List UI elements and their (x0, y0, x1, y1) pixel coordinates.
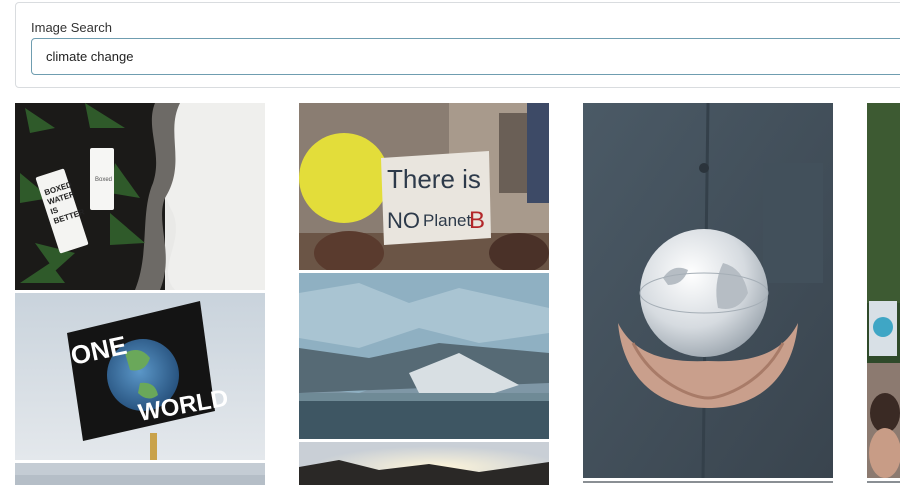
search-label: Image Search (31, 20, 112, 35)
image-sky-partial[interactable] (15, 463, 265, 485)
search-input[interactable] (31, 38, 900, 75)
image-glacier[interactable] (299, 273, 549, 439)
image-boxed-water[interactable]: BOXED WATER IS BETTER Boxed (15, 103, 265, 290)
image-one-world-sign[interactable]: ONE WORLD (15, 293, 265, 460)
carton-small-text: Boxed (95, 177, 112, 183)
sign-no-text: NO (387, 208, 420, 233)
image-sunset-mountains[interactable] (299, 442, 549, 485)
image-protest-partial[interactable] (867, 103, 900, 478)
image-planet-b-sign[interactable]: There is NO Planet B (299, 103, 549, 270)
sign-planet-text: Planet (423, 211, 471, 230)
image-strip-bottom (583, 481, 833, 483)
sign-b-text: B (469, 207, 485, 234)
image-hands-globe[interactable] (583, 103, 833, 478)
sign-line1-text: There is (387, 164, 481, 194)
image-strip-bottom-right (867, 481, 900, 483)
search-panel: Image Search (15, 2, 900, 88)
